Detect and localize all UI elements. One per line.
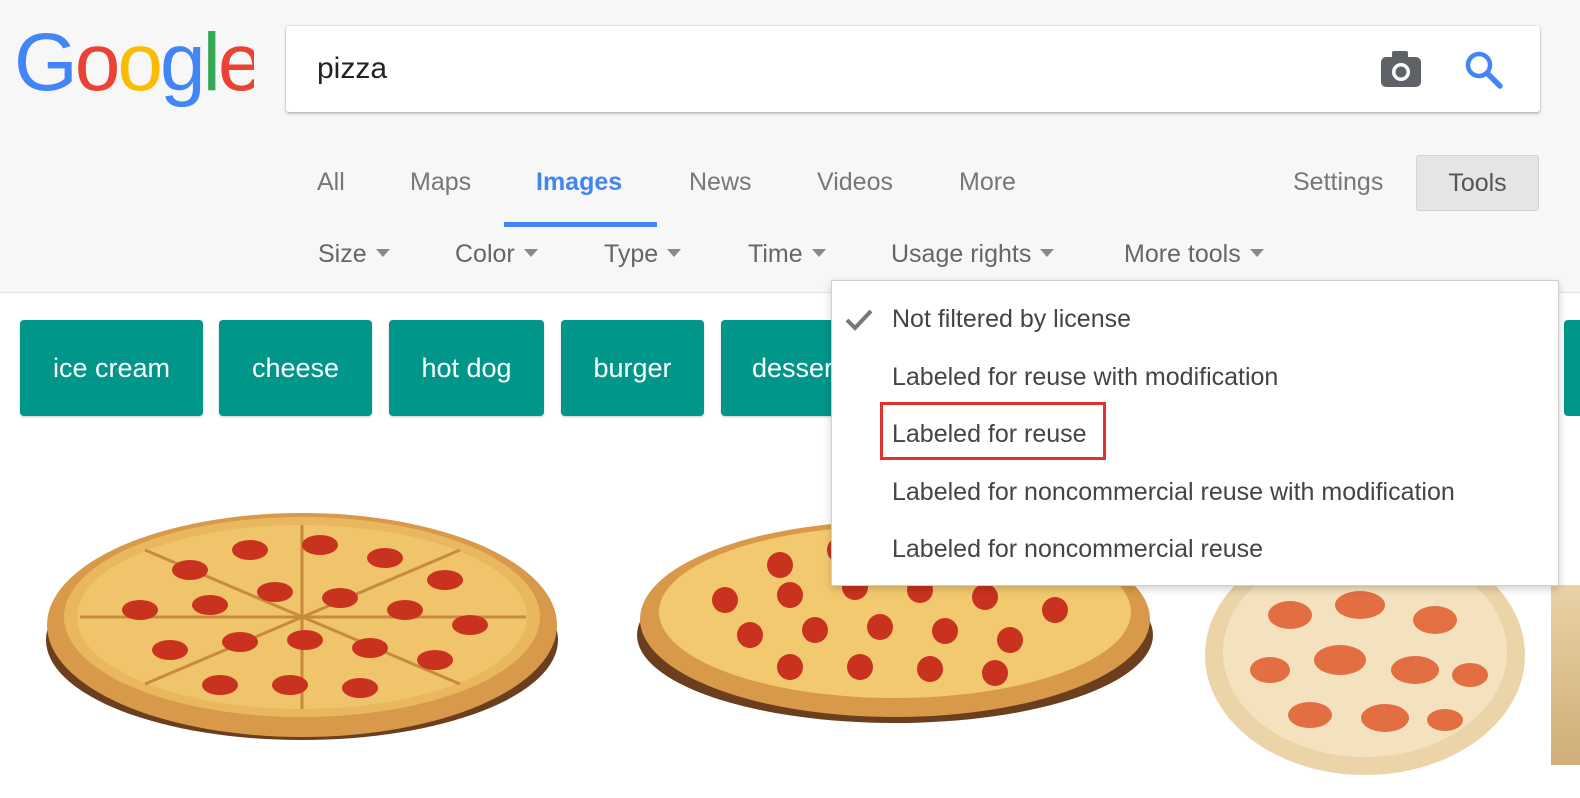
tab-maps[interactable]: Maps (410, 168, 471, 197)
caret-down-icon (1249, 249, 1264, 258)
filter-more-tools[interactable]: More tools (1124, 240, 1264, 269)
filter-time[interactable]: Time (748, 240, 826, 269)
chip-hot-dog[interactable]: hot dog (389, 320, 544, 416)
caret-down-icon (1040, 249, 1055, 258)
tools-button[interactable]: Tools (1416, 155, 1539, 211)
filter-type[interactable]: Type (604, 240, 682, 269)
caret-down-icon (811, 249, 826, 258)
caret-down-icon (667, 249, 682, 258)
caret-down-icon (375, 249, 390, 258)
google-logo[interactable]: Google (14, 20, 254, 112)
filter-label: Usage rights (891, 240, 1032, 268)
filter-color[interactable]: Color (455, 240, 538, 269)
image-result-3[interactable] (1200, 560, 1530, 780)
filter-label: More tools (1124, 240, 1241, 268)
image-result-1[interactable] (40, 480, 570, 750)
menu-item-reuse-with-modification[interactable]: Labeled for reuse with modification (892, 363, 1278, 392)
tab-all[interactable]: All (317, 168, 345, 197)
chip-partial[interactable] (1564, 320, 1580, 416)
menu-item-not-filtered[interactable]: Not filtered by license (892, 305, 1131, 334)
chip-burger[interactable]: burger (561, 320, 704, 416)
tab-videos[interactable]: Videos (817, 168, 893, 197)
chip-ice-cream[interactable]: ice cream (20, 320, 203, 416)
chip-cheese[interactable]: cheese (219, 320, 372, 416)
caret-down-icon (523, 249, 538, 258)
highlight-annotation (880, 402, 1106, 460)
filter-label: Size (318, 240, 367, 268)
settings-link[interactable]: Settings (1293, 168, 1383, 197)
search-box[interactable]: pizza (286, 26, 1540, 112)
tab-news[interactable]: News (689, 168, 752, 197)
menu-item-noncommercial-reuse-with-modification[interactable]: Labeled for noncommercial reuse with mod… (892, 478, 1455, 507)
tab-images[interactable]: Images (536, 168, 622, 197)
check-icon (845, 309, 873, 331)
active-tab-indicator (504, 222, 657, 227)
filter-label: Type (604, 240, 659, 268)
search-icon[interactable] (1464, 50, 1504, 90)
filter-usage-rights[interactable]: Usage rights (891, 240, 1055, 269)
camera-icon[interactable] (1380, 50, 1422, 88)
svg-text:Google: Google (14, 20, 254, 108)
tab-more[interactable]: More (959, 168, 1016, 197)
search-input[interactable]: pizza (317, 52, 387, 86)
filter-label: Color (455, 240, 515, 268)
image-result-4-partial[interactable] (1551, 585, 1580, 765)
filter-size[interactable]: Size (318, 240, 390, 269)
filter-label: Time (748, 240, 803, 268)
menu-item-noncommercial-reuse[interactable]: Labeled for noncommercial reuse (892, 535, 1263, 564)
